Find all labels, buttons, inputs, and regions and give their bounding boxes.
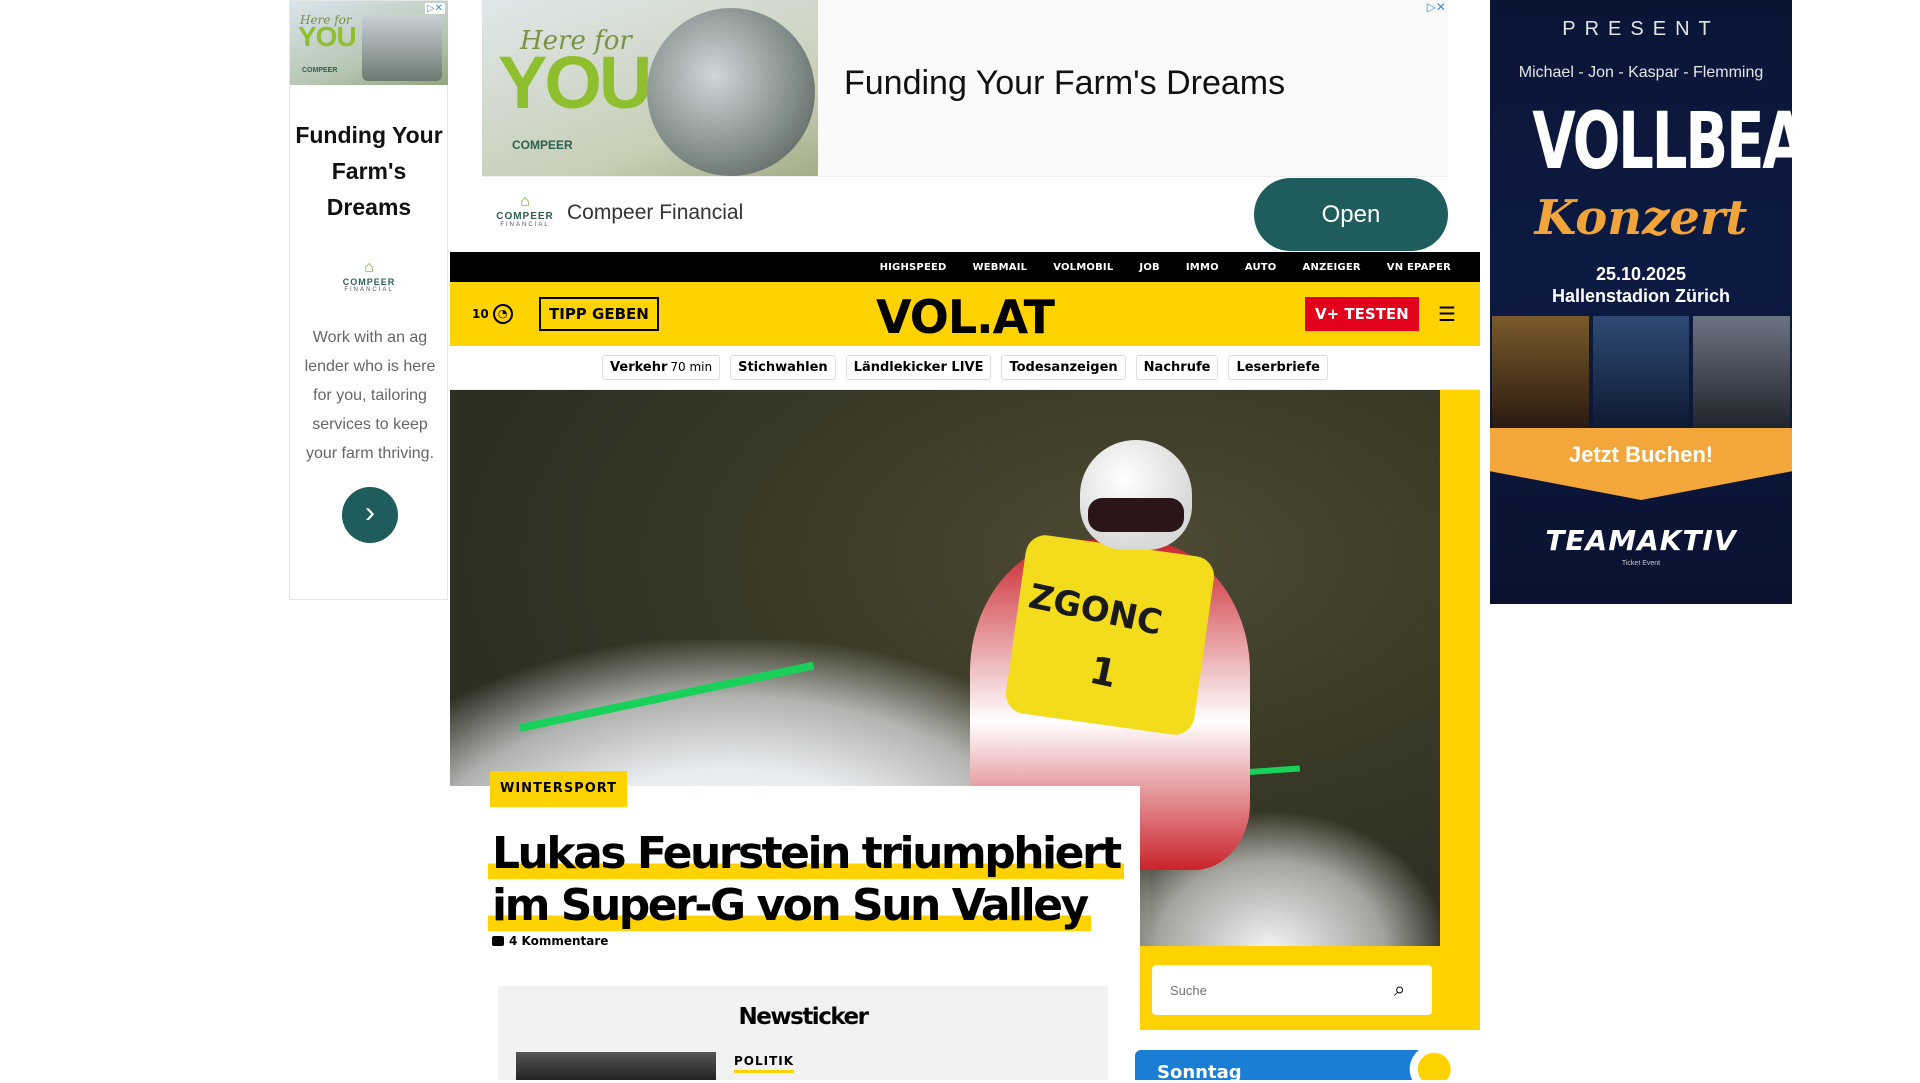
trend-item-label: Todesanzeigen <box>1009 360 1118 375</box>
ad-top-footer: ⌂ COMPEER FINANCIAL Compeer Financial Op… <box>482 176 1448 251</box>
header-weather[interactable]: 10 ◔ <box>472 304 513 324</box>
ad-left-you-text: YOU <box>298 21 357 52</box>
search-input[interactable] <box>1152 965 1432 1015</box>
ad-top-people-photo <box>647 8 815 176</box>
ad-left-logo-name: COMPEER <box>342 277 396 287</box>
ad-left-body: Work with an ag lender who is here for y… <box>304 329 436 462</box>
newsticker-thumbnail[interactable] <box>516 1052 716 1080</box>
ad-top-mini-logo: COMPEER <box>512 138 573 152</box>
ad-left-logo: ⌂ COMPEER FINANCIAL <box>290 259 448 293</box>
weather-widget[interactable]: Sonntag <box>1135 1044 1455 1083</box>
ad-left-logo-sub: FINANCIAL <box>344 287 394 293</box>
ad-right-band: VOLLBEAT <box>1532 97 1792 187</box>
ad-top-leaderboard[interactable]: Here for YOU COMPEER ▷✕ Funding Your Far… <box>482 0 1448 251</box>
ad-top-logo-sub: FINANCIAL <box>500 222 550 228</box>
newsticker-title: Newsticker <box>738 1004 869 1030</box>
service-link-highspeed[interactable]: HIGHSPEED <box>867 262 960 273</box>
ad-right-photos <box>1492 316 1791 428</box>
service-nav: HIGHSPEED WEBMAIL VOLMOBIL JOB IMMO AUTO… <box>450 252 1480 282</box>
ad-top-company[interactable]: Compeer Financial <box>567 201 743 225</box>
ad-right-present: PRESENT <box>1562 18 1720 40</box>
trend-item-leserbriefe[interactable]: Leserbriefe <box>1228 355 1328 380</box>
ad-left-headline[interactable]: Funding Your Farm's Dreams <box>290 117 448 225</box>
ad-right-skyscraper[interactable]: PRESENT Michael - Jon - Kaspar - Flemmin… <box>1490 0 1792 604</box>
ad-top-image: Here for YOU COMPEER <box>482 0 818 176</box>
service-link-job[interactable]: JOB <box>1126 262 1172 273</box>
compeer-logo-icon: ⌂ <box>364 259 374 276</box>
site-header: 10 ◔ TIPP GEBEN VOL.AT V+ TESTEN ☰ <box>450 282 1480 346</box>
partly-cloudy-icon: ◔ <box>492 304 513 324</box>
ad-left-people-photo <box>362 15 442 81</box>
ad-left-next-button[interactable]: › <box>342 487 398 543</box>
skier-helmet <box>1080 440 1192 550</box>
hero-headline-text: Lukas Feurstein triumphiert im Super-G v… <box>488 828 1124 931</box>
ad-right-names: Michael - Jon - Kaspar - Flemming <box>1518 64 1764 81</box>
ad-right-team-logo: TEAMAKTIV <box>1545 524 1737 557</box>
ad-right-team-sub: Ticket Event <box>1621 560 1661 567</box>
trend-item-label: Verkehr <box>610 360 668 375</box>
vplus-testen-button[interactable]: V+ TESTEN <box>1305 297 1419 331</box>
comments-link[interactable]: 4 Kommentare <box>492 934 608 948</box>
adchoices-icon[interactable]: ▷✕ <box>424 3 445 14</box>
category-tag[interactable]: WINTERSPORT <box>490 771 628 807</box>
ad-top-logo-name: COMPEER <box>496 211 554 222</box>
trend-item-label: Ländlekicker LIVE <box>853 360 984 375</box>
comments-count: 4 Kommentare <box>509 934 609 948</box>
service-link-vn-epaper[interactable]: VN EPAPER <box>1374 262 1464 273</box>
trend-item-laendlekicker[interactable]: Ländlekicker LIVE <box>845 355 992 380</box>
adchoices-icon[interactable]: ▷✕ <box>1427 0 1446 14</box>
ad-top-you-text: YOU <box>498 41 652 124</box>
tipp-geben-button[interactable]: TIPP GEBEN <box>539 297 659 331</box>
service-link-anzeiger[interactable]: ANZEIGER <box>1290 262 1374 273</box>
ad-left-skyscraper[interactable]: Here for YOU COMPEER ▷✕ Funding Your Far… <box>289 0 448 600</box>
newsticker: Newsticker POLITIK <box>498 986 1108 1080</box>
skier-bib <box>1003 532 1217 738</box>
trend-item-nachrufe[interactable]: Nachrufe <box>1135 355 1219 380</box>
chevron-right-icon: › <box>365 496 375 529</box>
comment-icon <box>492 936 504 946</box>
ad-top-headline[interactable]: Funding Your Farm's Dreams <box>844 64 1285 103</box>
trend-item-verkehr[interactable]: Verkehr 70 min <box>602 355 721 380</box>
service-link-auto[interactable]: AUTO <box>1232 262 1290 273</box>
trend-item-todesanzeigen[interactable]: Todesanzeigen <box>1001 355 1126 380</box>
ad-right-venue: Hallenstadion Zürich <box>1551 286 1731 306</box>
ad-open-button[interactable]: Open <box>1254 178 1448 251</box>
trend-item-label: Nachrufe <box>1143 360 1211 375</box>
ad-left-mini-logo: COMPEER <box>302 67 338 74</box>
trend-item-stichwahlen[interactable]: Stichwahlen <box>730 355 836 380</box>
ad-right-date: 25.10.2025 <box>1595 264 1687 284</box>
service-link-webmail[interactable]: WEBMAIL <box>960 262 1041 273</box>
sun-cloud-icon <box>1403 1044 1455 1080</box>
trending-nav: Verkehr 70 min Stichwahlen Ländlekicker L… <box>450 346 1480 390</box>
compeer-logo-icon: ⌂ <box>520 193 530 210</box>
skier-goggles <box>1088 498 1184 532</box>
trend-item-meta: 70 min <box>670 360 713 374</box>
newsticker-category[interactable]: POLITIK <box>734 1054 795 1073</box>
trend-item-label: Leserbriefe <box>1236 360 1320 375</box>
search-icon[interactable]: ⌕ <box>1394 979 1405 1002</box>
menu-search-icon[interactable]: ☰ <box>1438 302 1456 327</box>
hero-article: ZGONC 1 WINTERSPORT Lukas Feurstein triu… <box>450 390 1480 1034</box>
ad-right-book-button[interactable]: Jetzt Buchen! <box>1490 428 1792 500</box>
service-link-immo[interactable]: IMMO <box>1173 262 1232 273</box>
ad-top-logo: ⌂ COMPEER FINANCIAL <box>494 193 556 228</box>
ad-right-konzert: Konzert <box>1534 190 1748 246</box>
hero-headline[interactable]: Lukas Feurstein triumphiert im Super-G v… <box>488 828 1128 932</box>
temperature-value: 10 <box>472 307 489 321</box>
service-link-volmobil[interactable]: VOLMOBIL <box>1040 262 1126 273</box>
trend-item-label: Stichwahlen <box>738 360 828 375</box>
